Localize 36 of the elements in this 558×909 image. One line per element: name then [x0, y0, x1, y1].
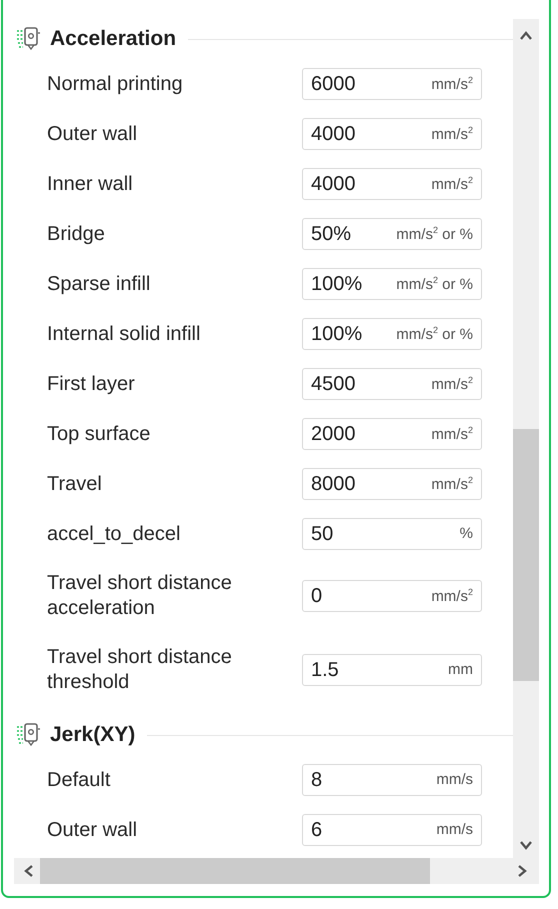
unit-label: mm/s$^{2}$ [431, 475, 473, 493]
setting-label: Outer wall [47, 122, 138, 146]
nozzle-icon [16, 722, 42, 748]
nozzle-icon [16, 26, 42, 52]
unit-label: mm/s [436, 821, 473, 838]
unit-label: mm [448, 661, 473, 678]
setting-label: Bridge [47, 222, 106, 246]
unit-label: mm/s [436, 771, 473, 788]
unit-label: mm/s$^{2}$ [431, 375, 473, 393]
setting-label: accel_to_decel [47, 522, 182, 546]
unit-label: mm/s$^{2}$ [431, 125, 473, 143]
unit-label: mm/s$^{2}$ [431, 175, 473, 193]
setting-label: First layer [47, 372, 136, 396]
setting-label: Travel short distance threshold [47, 645, 233, 695]
setting-label: Travel [47, 472, 103, 496]
unit-label: mm/s$^{2}$ or % [396, 225, 473, 243]
scrollbar-thumb[interactable] [40, 858, 430, 884]
unit-label: % [460, 525, 473, 542]
setting-label: Outer wall [47, 818, 138, 842]
unit-label: mm/s$^{2}$ or % [396, 275, 473, 293]
unit-label: mm/s$^{2}$ [431, 587, 473, 605]
setting-label: Top surface [47, 422, 152, 446]
scrollbar-thumb[interactable] [513, 429, 539, 681]
setting-label: Inner wall [47, 172, 134, 196]
setting-label: Sparse infill [47, 272, 152, 296]
vertical-scrollbar[interactable] [513, 19, 539, 858]
setting-label: Default [47, 768, 112, 792]
unit-label: mm/s$^{2}$ [431, 75, 473, 93]
horizontal-scrollbar[interactable] [14, 858, 539, 884]
setting-label: Normal printing [47, 72, 184, 96]
unit-label: mm/s$^{2}$ [431, 425, 473, 443]
section-title: Acceleration [50, 27, 176, 51]
setting-label: Internal solid infill [47, 322, 202, 346]
unit-label: mm/s$^{2}$ or % [396, 325, 473, 343]
section-title: Jerk(XY) [50, 723, 136, 747]
setting-label: Travel short distance acceleration [47, 571, 233, 621]
